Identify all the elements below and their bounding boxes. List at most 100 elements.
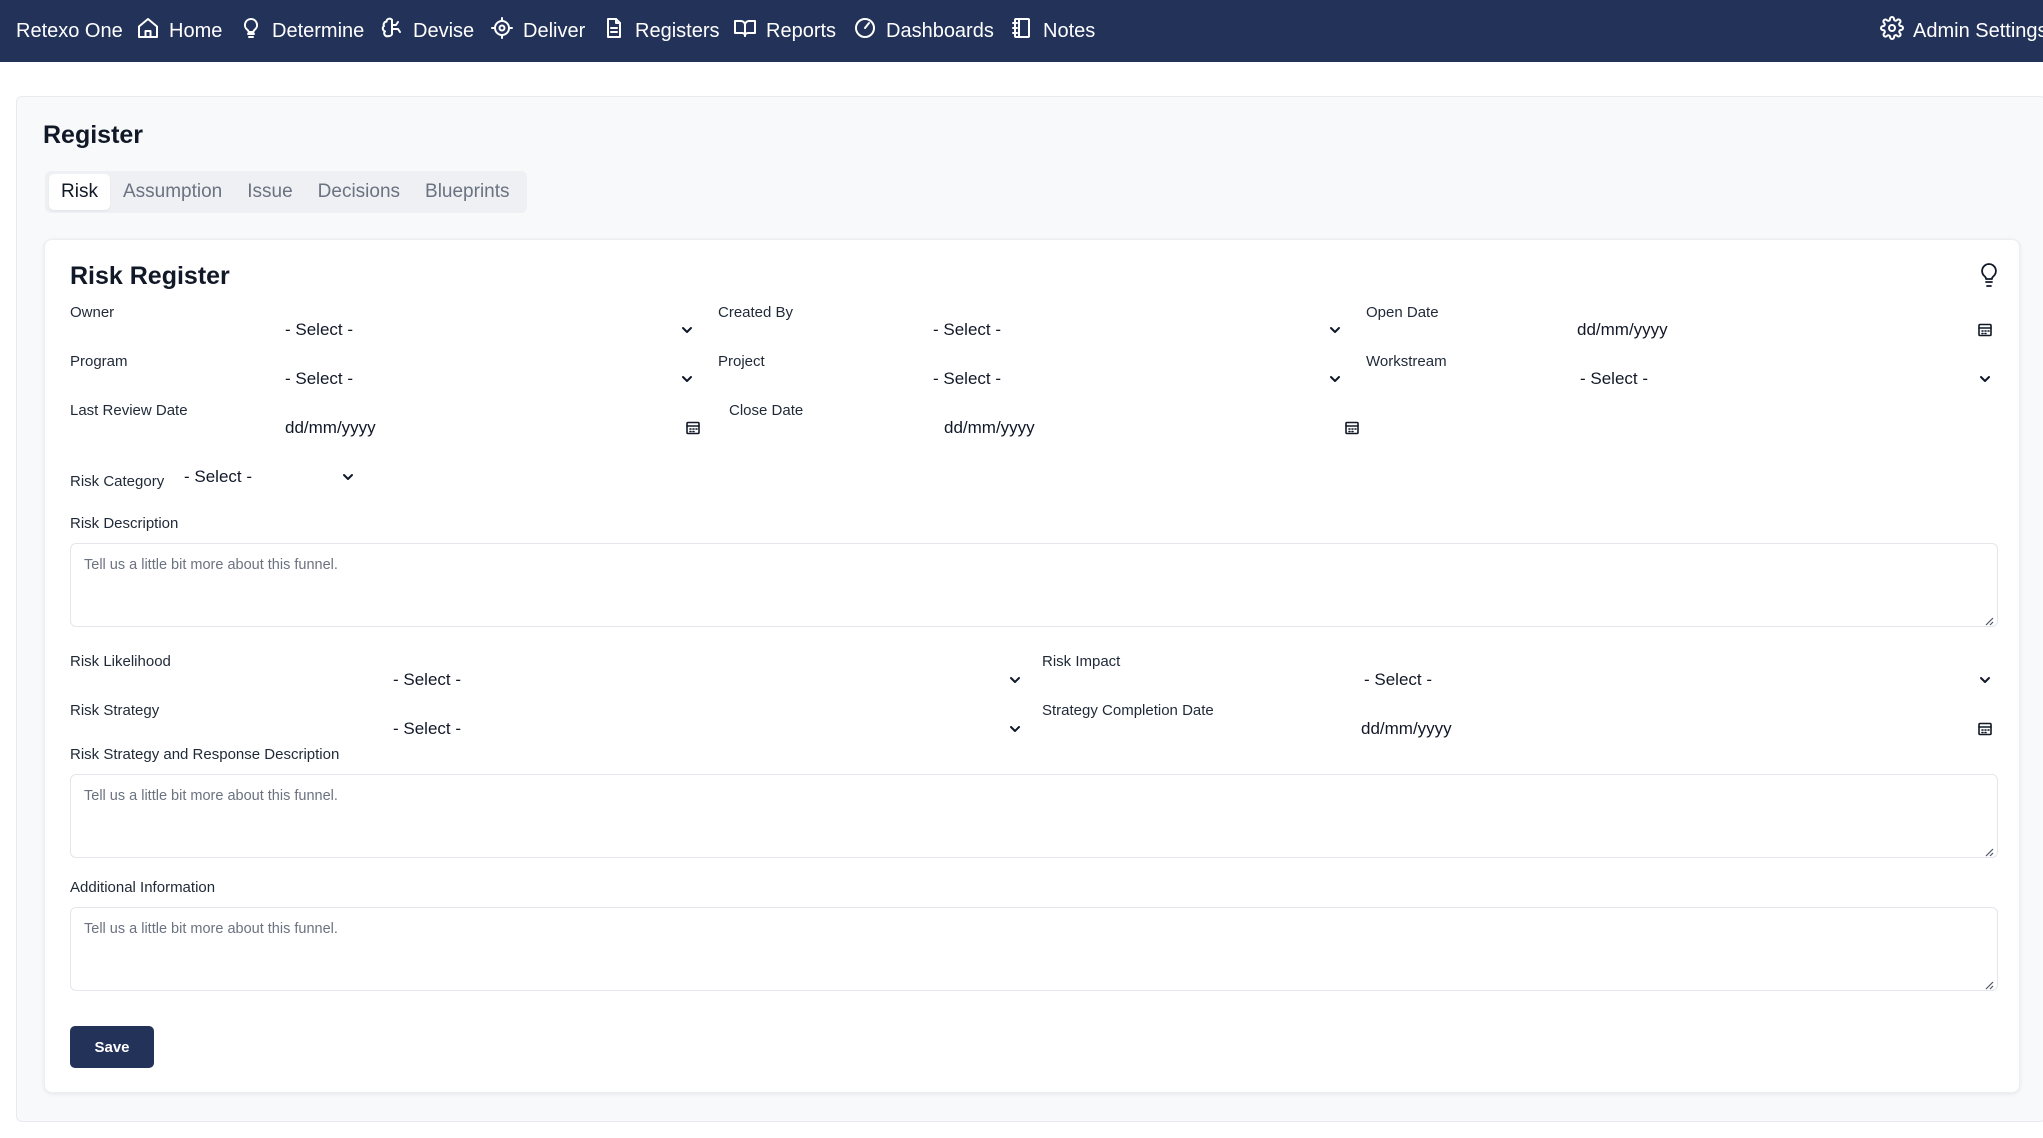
nav-item-label: Determine [272,19,365,42]
last-review-date-input[interactable]: dd/mm/yyyy [285,410,701,446]
project-select-value: - Select - [933,369,1002,388]
program-select[interactable]: - Select - [285,361,695,397]
nav-item-determine[interactable]: Determine [239,0,364,62]
chevron-down-icon [679,371,695,387]
risk-description-textarea[interactable]: Tell us a little bit more about this fun… [70,543,1998,627]
created-by-select-value: - Select - [933,320,1002,339]
strategy-response-description-placeholder: Tell us a little bit more about this fun… [84,788,338,804]
document-icon [602,16,626,46]
calendar-icon[interactable] [1344,420,1360,436]
workstream-label: Workstream [1366,353,1447,370]
nav-item-home[interactable]: Home [136,0,222,62]
risk-category-select-value: - Select - [184,467,253,486]
tab-blueprints[interactable]: Blueprints [413,174,522,210]
close-date-input[interactable]: dd/mm/yyyy [944,410,1360,446]
additional-information-label: Additional Information [70,879,216,896]
risk-likelihood-select[interactable]: - Select - [393,662,1023,698]
brand-name[interactable]: Retexo One [16,0,123,62]
risk-strategy-select-value: - Select - [393,719,462,738]
register-tabs: Risk Assumption Issue Decisions Blueprin… [45,171,527,213]
form-title: Risk Register [70,262,230,290]
nav-item-label: Registers [635,19,720,42]
tab-assumption[interactable]: Assumption [111,174,234,210]
last-review-date-value: dd/mm/yyyy [285,418,376,437]
close-date-label: Close Date [729,402,804,419]
notebook-icon [1010,16,1034,46]
nav-item-registers[interactable]: Registers [602,0,719,62]
open-date-input[interactable]: dd/mm/yyyy [1577,312,1993,348]
project-label: Project [718,353,765,370]
risk-impact-select[interactable]: - Select - [1364,662,1993,698]
last-review-date-label: Last Review Date [70,402,188,419]
risk-category-label: Risk Category [70,473,165,490]
strategy-response-description-textarea[interactable]: Tell us a little bit more about this fun… [70,774,1998,858]
tab-risk[interactable]: Risk [49,174,110,210]
owner-label: Owner [70,304,115,321]
risk-description-placeholder: Tell us a little bit more about this fun… [84,557,338,573]
workstream-select-value: - Select - [1580,369,1649,388]
risk-register-form: Risk Register Owner - Select - Created B… [44,239,2020,1093]
risk-impact-label: Risk Impact [1042,653,1121,670]
lightbulb-icon [239,16,263,46]
chevron-down-icon [1007,721,1023,737]
resize-grip-icon[interactable] [1984,613,1994,626]
risk-category-select[interactable]: - Select - [184,459,356,495]
additional-information-placeholder: Tell us a little bit more about this fun… [84,921,338,937]
tab-issue[interactable]: Issue [235,174,304,210]
book-open-icon [733,16,757,46]
risk-strategy-label: Risk Strategy [70,702,160,719]
chevron-down-icon [1327,322,1343,338]
home-icon [136,16,160,46]
program-label: Program [70,353,128,370]
owner-select-value: - Select - [285,320,354,339]
calendar-icon[interactable] [685,420,701,436]
top-navigation-bar: Retexo One Home Determine Devise Deliver… [0,0,2043,62]
nav-item-label: Notes [1043,19,1096,42]
nav-item-label: Admin Settings [1913,19,2043,42]
nav-item-admin-settings[interactable]: Admin Settings [1880,0,2043,62]
nav-item-dashboards[interactable]: Dashboards [853,0,994,62]
brain-icon [380,16,404,46]
chevron-down-icon [1007,672,1023,688]
resize-grip-icon[interactable] [1984,977,1994,990]
resize-grip-icon[interactable] [1984,844,1994,857]
strategy-completion-date-input[interactable]: dd/mm/yyyy [1361,711,1993,747]
strategy-completion-date-value: dd/mm/yyyy [1361,719,1452,738]
chevron-down-icon [1977,672,1993,688]
created-by-select[interactable]: - Select - [933,312,1343,348]
nav-item-label: Reports [766,19,837,42]
risk-strategy-select[interactable]: - Select - [393,711,1023,747]
open-date-label: Open Date [1366,304,1439,321]
risk-impact-select-value: - Select - [1364,670,1433,689]
nav-item-devise[interactable]: Devise [380,0,474,62]
gauge-icon [853,16,877,46]
nav-item-label: Devise [413,19,475,42]
project-select[interactable]: - Select - [933,361,1343,397]
tab-decisions[interactable]: Decisions [306,174,412,210]
risk-likelihood-select-value: - Select - [393,670,462,689]
page-title: Register [43,121,144,149]
calendar-icon[interactable] [1977,721,1993,737]
program-select-value: - Select - [285,369,354,388]
chevron-down-icon [1977,371,1993,387]
lightbulb-icon[interactable] [1978,262,2000,288]
chevron-down-icon [340,469,356,485]
strategy-response-description-label: Risk Strategy and Response Description [70,746,340,763]
nav-item-label: Deliver [523,19,586,42]
nav-item-deliver[interactable]: Deliver [490,0,585,62]
additional-information-textarea[interactable]: Tell us a little bit more about this fun… [70,907,1998,991]
nav-item-reports[interactable]: Reports [733,0,836,62]
close-date-value: dd/mm/yyyy [944,418,1035,437]
nav-item-label: Dashboards [886,19,994,42]
chevron-down-icon [679,322,695,338]
calendar-icon[interactable] [1977,322,1993,338]
nav-item-notes[interactable]: Notes [1010,0,1095,62]
nav-item-label: Home [169,19,223,42]
gear-icon [1880,16,1904,46]
workstream-select[interactable]: - Select - [1580,361,1993,397]
owner-select[interactable]: - Select - [285,312,695,348]
risk-likelihood-label: Risk Likelihood [70,653,171,670]
save-button[interactable]: Save [70,1026,154,1068]
crosshair-icon [490,16,514,46]
strategy-completion-date-label: Strategy Completion Date [1042,702,1214,719]
